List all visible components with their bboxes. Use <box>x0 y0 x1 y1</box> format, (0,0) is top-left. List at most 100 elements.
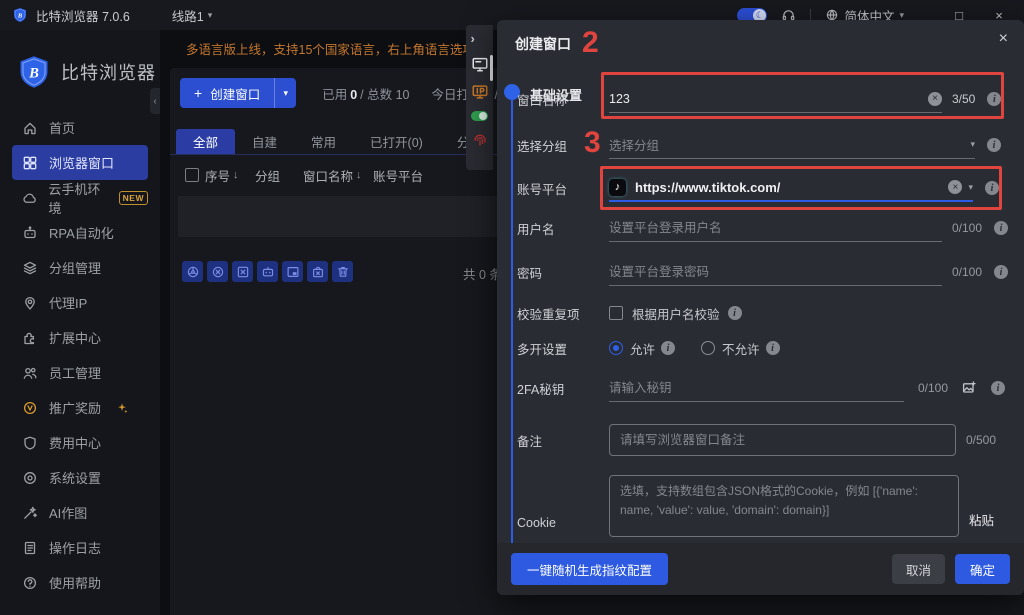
chevron-down-icon: ▾ <box>208 10 213 21</box>
info-icon[interactable]: i <box>766 341 780 355</box>
platform-url: https://www.tiktok.com/ <box>635 180 948 195</box>
password-input[interactable] <box>609 265 942 279</box>
help-icon <box>22 575 38 591</box>
info-icon[interactable]: i <box>994 221 1008 235</box>
sort-down-icon[interactable]: ↓ <box>233 169 239 181</box>
info-icon[interactable]: i <box>728 306 742 320</box>
toggle-switch-icon[interactable] <box>471 111 488 121</box>
info-icon[interactable]: i <box>985 181 999 195</box>
char-counter: 0/100 <box>952 221 982 235</box>
info-icon[interactable]: i <box>991 381 1005 395</box>
svg-text:B: B <box>17 13 23 20</box>
fingerprint-icon[interactable] <box>471 131 489 149</box>
field-username: 用户名 0/100 i <box>517 212 1004 244</box>
sidebar-item-help[interactable]: 使用帮助 <box>12 565 148 600</box>
sort-down-icon[interactable]: ↓ <box>356 169 362 181</box>
confirm-button[interactable]: 确定 <box>955 554 1010 584</box>
robot-icon <box>261 265 275 279</box>
generate-fingerprint-button[interactable]: 一键随机生成指纹配置 <box>511 553 668 585</box>
2fa-label: 2FA秘钥 <box>517 379 609 398</box>
info-icon[interactable]: i <box>994 265 1008 279</box>
scan-qr-icon[interactable] <box>961 380 977 396</box>
chevron-right-icon[interactable]: › <box>471 31 489 45</box>
sidebar-item-employees[interactable]: 员工管理 <box>12 355 148 390</box>
sidebar-item-billing[interactable]: 费用中心 <box>12 425 148 460</box>
window-name-input[interactable] <box>609 92 928 106</box>
sidebar-item-extensions[interactable]: 扩展中心 <box>12 320 148 355</box>
tab-self-built[interactable]: 自建 <box>235 129 294 154</box>
info-icon[interactable]: i <box>661 341 675 355</box>
batch-rpa-button[interactable] <box>257 261 278 282</box>
sidebar-item-ai-drawing[interactable]: AI作图 <box>12 495 148 530</box>
line-selector[interactable]: 线路1 ▾ <box>172 6 212 25</box>
chevron-down-icon[interactable]: ▾ <box>968 182 973 193</box>
cookie-label: Cookie <box>517 516 609 530</box>
batch-close-button[interactable] <box>207 261 228 282</box>
platform-select[interactable]: ♪ https://www.tiktok.com/ × ▾ <box>609 175 973 202</box>
char-counter: 3/50 <box>952 92 975 106</box>
group-label: 选择分组 <box>517 136 609 155</box>
char-counter: 0/100 <box>918 381 948 395</box>
sidebar-item-settings[interactable]: 系统设置 <box>12 460 148 495</box>
group-select[interactable]: 选择分组 ▾ <box>609 132 975 159</box>
tiktok-icon: ♪ <box>609 179 626 196</box>
info-icon[interactable]: i <box>987 138 1001 152</box>
column-window-name[interactable]: 窗口名称↓ <box>303 166 362 185</box>
dedupe-checkbox[interactable] <box>609 306 623 320</box>
select-all-checkbox[interactable] <box>185 168 199 182</box>
sidebar-item-browser-windows[interactable]: 浏览器窗口 <box>12 145 148 180</box>
sidebar-item-label: RPA自动化 <box>49 223 114 242</box>
sidebar-item-cloud-phone[interactable]: 云手机环境NEW <box>12 180 148 215</box>
field-multiopen: 多开设置 允许 i 不允许 i <box>517 332 1004 364</box>
window-settings-icon[interactable] <box>471 55 489 73</box>
active-indicator <box>490 55 493 81</box>
chevron-down-icon: ▾ <box>283 88 288 99</box>
batch-delete-button[interactable] <box>332 261 353 282</box>
chevron-down-icon[interactable]: ▾ <box>970 139 975 150</box>
field-window-name: 窗口名称 × 3/50 i <box>517 83 1004 115</box>
sidebar-item-label: 首页 <box>49 118 75 137</box>
line-selector-label: 线路1 <box>172 6 204 25</box>
sidebar-item-rpa[interactable]: RPA自动化 <box>12 215 148 250</box>
sidebar-item-groups[interactable]: 分组管理 <box>12 250 148 285</box>
batch-window-button[interactable] <box>282 261 303 282</box>
brand-name: 比特浏览器 <box>61 59 156 85</box>
info-icon[interactable]: i <box>987 92 1001 106</box>
sidebar-item-logs[interactable]: 操作日志 <box>12 530 148 565</box>
column-seq[interactable]: 序号↓ <box>205 166 239 185</box>
sidebar-item-label: 浏览器窗口 <box>49 153 114 172</box>
username-input[interactable] <box>609 221 942 235</box>
puzzle-icon <box>22 330 38 346</box>
proxy-ip-icon[interactable] <box>471 83 489 101</box>
deny-radio[interactable] <box>701 341 715 355</box>
column-group: 分组 <box>255 166 280 185</box>
app-logo-icon: B <box>12 7 28 23</box>
tab-opened[interactable]: 已打开(0) <box>353 129 440 154</box>
field-remark: 备注 0/500 <box>517 423 1004 457</box>
cancel-button[interactable]: 取消 <box>892 554 945 584</box>
2fa-input[interactable] <box>609 381 904 395</box>
dedupe-option-label: 根据用户名校验 <box>632 304 720 323</box>
sidebar-item-label: 系统设置 <box>49 468 101 487</box>
remark-input[interactable] <box>609 424 956 456</box>
batch-proxy-button[interactable] <box>182 261 203 282</box>
dialog-close-button[interactable]: × <box>999 30 1008 48</box>
sidebar-item-promotion[interactable]: 推广奖励 <box>12 390 148 425</box>
clear-icon[interactable]: × <box>928 92 942 106</box>
sidebar-item-label: 扩展中心 <box>49 328 101 347</box>
tab-frequent[interactable]: 常用 <box>294 129 353 154</box>
clear-icon[interactable]: × <box>948 180 962 194</box>
sidebar-item-label: 推广奖励 <box>49 398 101 417</box>
cookie-textarea[interactable] <box>609 475 959 537</box>
close-square-icon <box>236 265 250 279</box>
create-window-dropdown[interactable]: ▾ <box>274 78 296 108</box>
tab-all[interactable]: 全部 <box>176 129 235 154</box>
allow-radio[interactable] <box>609 341 623 355</box>
batch-close-window-button[interactable] <box>232 261 253 282</box>
sidebar-item-proxy-ip[interactable]: 代理IP <box>12 285 148 320</box>
sidebar-item-home[interactable]: 首页 <box>12 110 148 145</box>
create-window-button[interactable]: +创建窗口 ▾ <box>180 78 296 108</box>
batch-package-button[interactable] <box>307 261 328 282</box>
paste-button[interactable]: 粘贴 <box>969 510 994 529</box>
deny-label: 不允许 <box>722 339 760 358</box>
